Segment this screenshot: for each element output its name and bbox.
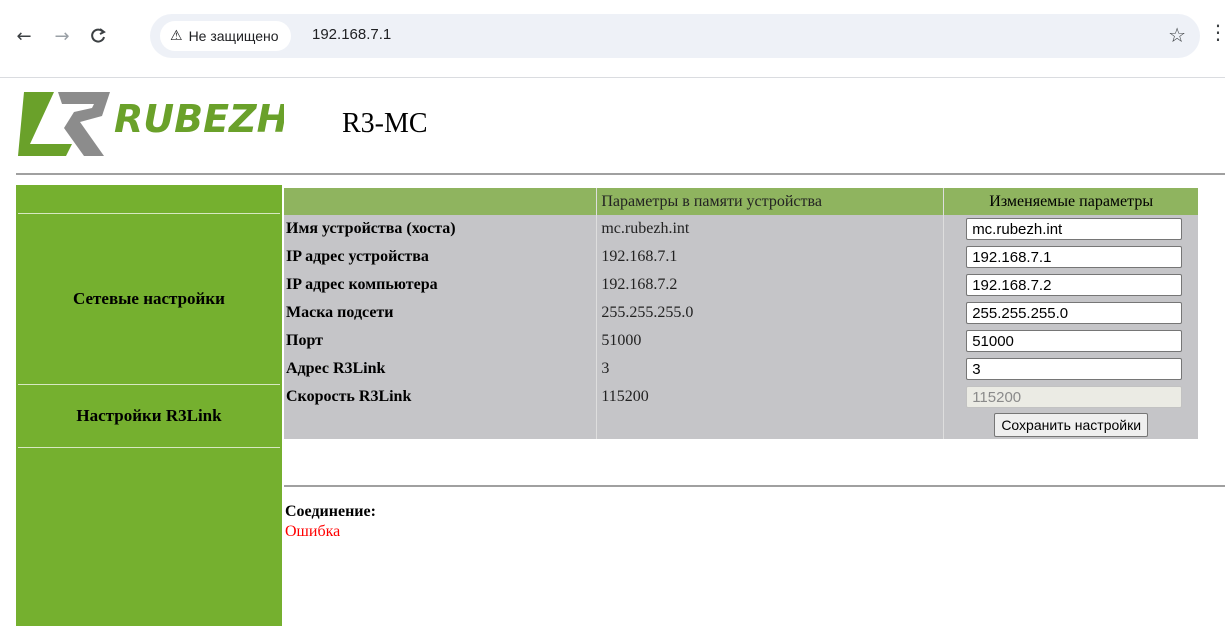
sidebar-item-label: Сетевые настройки: [73, 289, 225, 308]
table-row: Имя устройства (хоста) mc.rubezh.int: [284, 215, 1198, 243]
reload-button[interactable]: [84, 22, 112, 50]
security-chip[interactable]: ⚠ Не защищено: [160, 21, 291, 51]
bookmark-star-icon[interactable]: ☆: [1168, 23, 1186, 47]
connection-label: Соединение:: [285, 503, 376, 520]
device-title: R3-MC: [342, 108, 428, 139]
rubezh-logo: RUBEZH: [14, 82, 288, 162]
column-header-editable: Изменяемые параметры: [943, 188, 1198, 215]
device-ip-input[interactable]: [966, 246, 1183, 268]
table-header-row: Параметры в памяти устройства Изменяемые…: [284, 188, 1198, 215]
table-row: Порт 51000: [284, 327, 1198, 355]
sidebar-item-network-settings[interactable]: Сетевые настройки: [16, 215, 282, 383]
table-row: Скорость R3Link 115200: [284, 383, 1198, 411]
table-row: Маска подсети 255.255.255.0: [284, 299, 1198, 327]
param-stored-value: 192.168.7.2: [596, 271, 944, 299]
connection-status: Ошибка: [285, 523, 341, 540]
url-text[interactable]: 192.168.7.1: [312, 26, 391, 43]
param-name: Имя устройства (хоста): [284, 215, 597, 243]
security-label: Не защищено: [188, 28, 279, 44]
param-name: Порт: [284, 327, 597, 355]
param-stored-value: 192.168.7.1: [596, 243, 944, 271]
content-divider: [284, 485, 1225, 487]
sidebar-divider: [18, 213, 280, 214]
sidebar: Сетевые настройки Настройки R3Link: [16, 185, 282, 626]
back-arrow-icon: ←: [16, 25, 32, 47]
reload-icon: [91, 28, 106, 43]
subnet-mask-input[interactable]: [966, 302, 1183, 324]
param-stored-value: mc.rubezh.int: [596, 215, 944, 243]
back-button[interactable]: ←: [10, 22, 38, 50]
column-header-stored: Параметры в памяти устройства: [596, 188, 944, 215]
column-header-name: [284, 188, 597, 215]
toolbar-divider: [0, 77, 1225, 78]
parameters-table: Параметры в памяти устройства Изменяемые…: [284, 188, 1198, 439]
param-name: IP адрес компьютера: [284, 271, 597, 299]
save-settings-button[interactable]: Сохранить настройки: [994, 413, 1149, 437]
forward-button[interactable]: →: [48, 22, 76, 50]
address-bar[interactable]: ⚠ Не защищено 192.168.7.1 ☆: [150, 14, 1200, 58]
computer-ip-input[interactable]: [966, 274, 1183, 296]
param-name: Адрес R3Link: [284, 355, 597, 383]
forward-arrow-icon: →: [54, 25, 70, 47]
r3link-address-input[interactable]: [966, 358, 1183, 380]
table-actions-row: Сохранить настройки: [284, 411, 1198, 439]
param-stored-value: 115200: [596, 383, 944, 411]
sidebar-divider: [18, 384, 280, 385]
param-stored-value: 255.255.255.0: [596, 299, 944, 327]
param-name: IP адрес устройства: [284, 243, 597, 271]
header-divider: [16, 173, 1225, 175]
param-name: Скорость R3Link: [284, 383, 597, 411]
sidebar-divider: [18, 447, 280, 448]
table-row: IP адрес устройства 192.168.7.1: [284, 243, 1198, 271]
table-row: IP адрес компьютера 192.168.7.2: [284, 271, 1198, 299]
table-row: Адрес R3Link 3: [284, 355, 1198, 383]
hostname-input[interactable]: [966, 218, 1183, 240]
port-input[interactable]: [966, 330, 1183, 352]
param-name: Маска подсети: [284, 299, 597, 327]
r3link-speed-input: [966, 386, 1183, 408]
param-stored-value: 51000: [596, 327, 944, 355]
logo-text: RUBEZH: [114, 97, 284, 141]
browser-menu-icon[interactable]: ⋮: [1208, 20, 1225, 44]
sidebar-item-r3link-settings[interactable]: Настройки R3Link: [16, 386, 282, 446]
browser-toolbar: ← → ⚠ Не защищено 192.168.7.1 ☆ ⋮: [0, 0, 1225, 78]
sidebar-item-label: Настройки R3Link: [76, 406, 222, 425]
warning-icon: ⚠: [170, 28, 183, 44]
param-stored-value: 3: [596, 355, 944, 383]
